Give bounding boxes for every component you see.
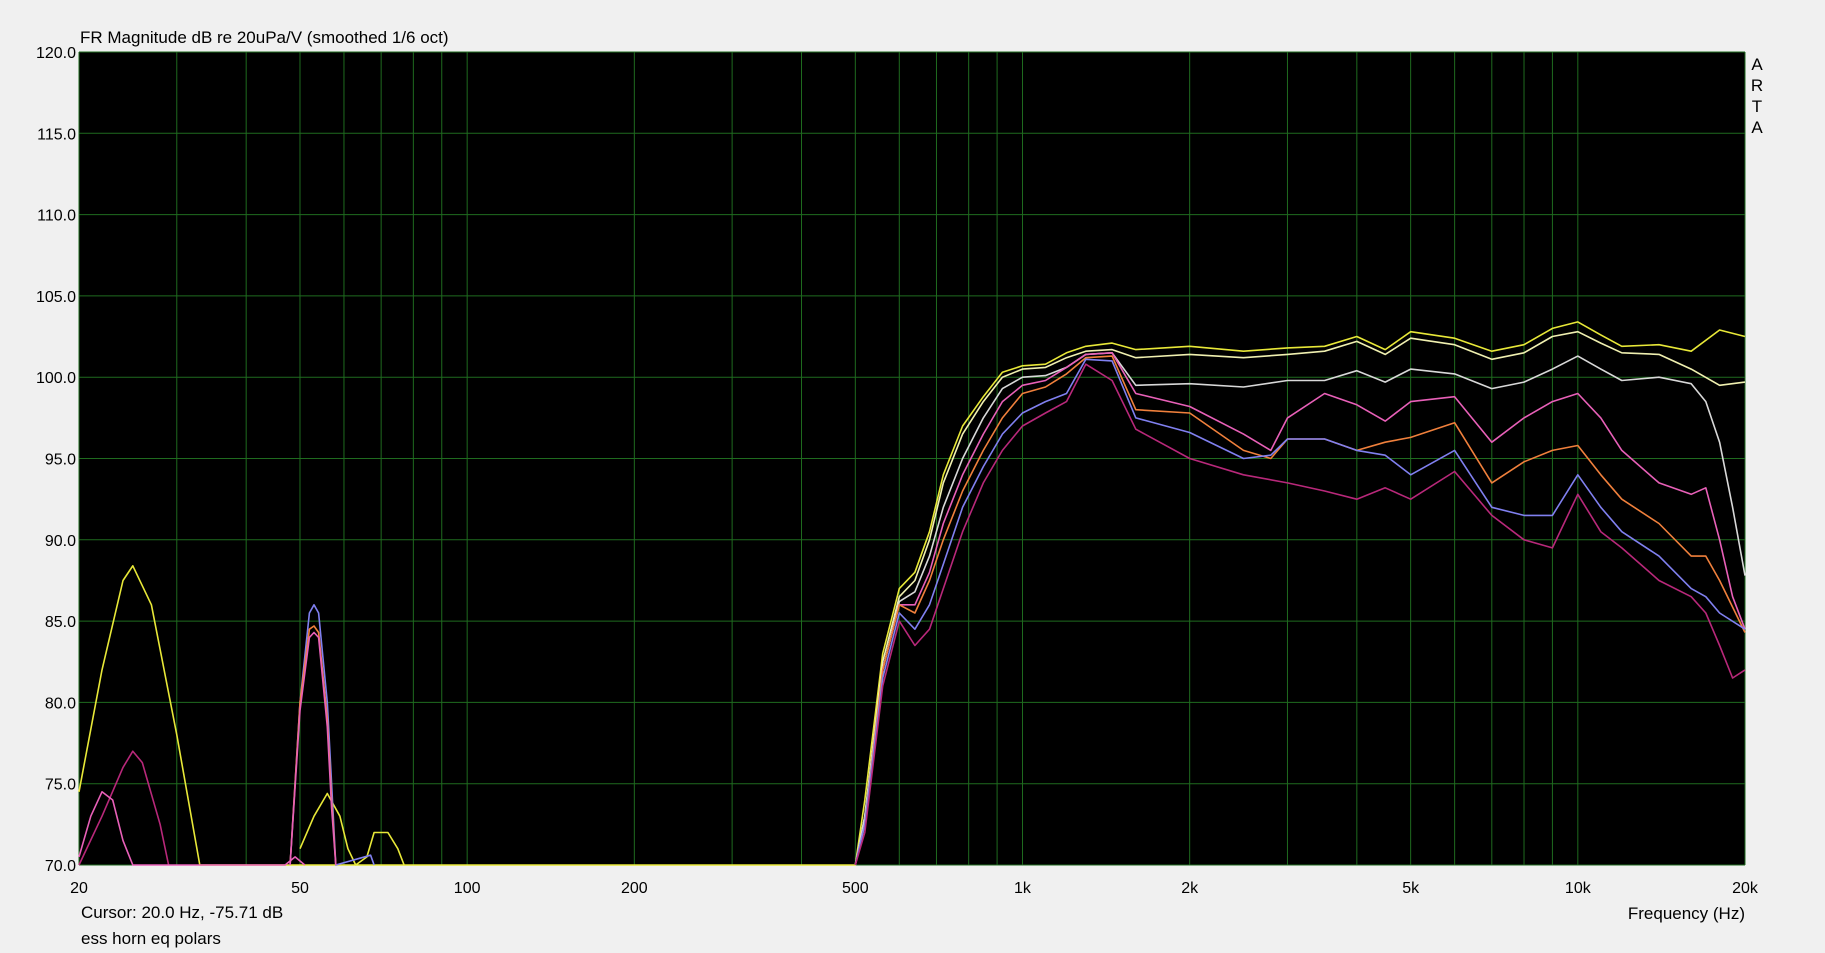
y-tick-label: 90.0 [45, 533, 76, 550]
x-tick-labels: 20 50 100 200 500 1k 2k 5k 10k 20k [70, 880, 1759, 897]
x-tick-label: 500 [842, 880, 869, 897]
y-tick-label: 115.0 [37, 126, 76, 143]
y-tick-label: 80.0 [45, 695, 76, 712]
x-tick-label: 5k [1402, 880, 1420, 897]
y-tick-label: 105.0 [36, 289, 76, 306]
y-tick-label: 85.0 [45, 614, 76, 631]
arta-brand-label: ARTA [1751, 55, 1763, 137]
x-tick-label: 2k [1181, 880, 1199, 897]
arta-letter: A [1751, 55, 1763, 74]
y-tick-label: 70.0 [45, 858, 76, 875]
cursor-readout: Cursor: 20.0 Hz, -75.71 dB [81, 903, 284, 922]
x-tick-label: 200 [621, 880, 648, 897]
y-tick-label: 110.0 [37, 208, 76, 225]
x-tick-label: 100 [454, 880, 481, 897]
arta-letter: T [1752, 97, 1762, 116]
x-tick-label: 20 [70, 880, 88, 897]
y-tick-label: 100.0 [36, 370, 76, 387]
x-tick-label: 1k [1014, 880, 1032, 897]
y-tick-label: 75.0 [45, 777, 76, 794]
y-tick-labels: 70.0 75.0 80.0 85.0 90.0 95.0 100.0 105.0 110.0 1… [36, 45, 76, 875]
chart-title: FR Magnitude dB re 20uPa/V (smoothed 1/6… [80, 28, 449, 47]
y-tick-label: 95.0 [45, 452, 76, 469]
x-tick-label: 50 [291, 880, 309, 897]
x-tick-label: 20k [1732, 880, 1759, 897]
x-axis-label: Frequency (Hz) [1628, 904, 1745, 923]
y-tick-label: 120.0 [36, 45, 76, 62]
x-tick-label: 10k [1565, 880, 1592, 897]
frequency-response-chart: FR Magnitude dB re 20uPa/V (smoothed 1/6… [36, 28, 1763, 923]
arta-letter: A [1751, 118, 1763, 137]
arta-letter: R [1751, 76, 1763, 95]
file-name: ess horn eq polars [81, 929, 221, 948]
